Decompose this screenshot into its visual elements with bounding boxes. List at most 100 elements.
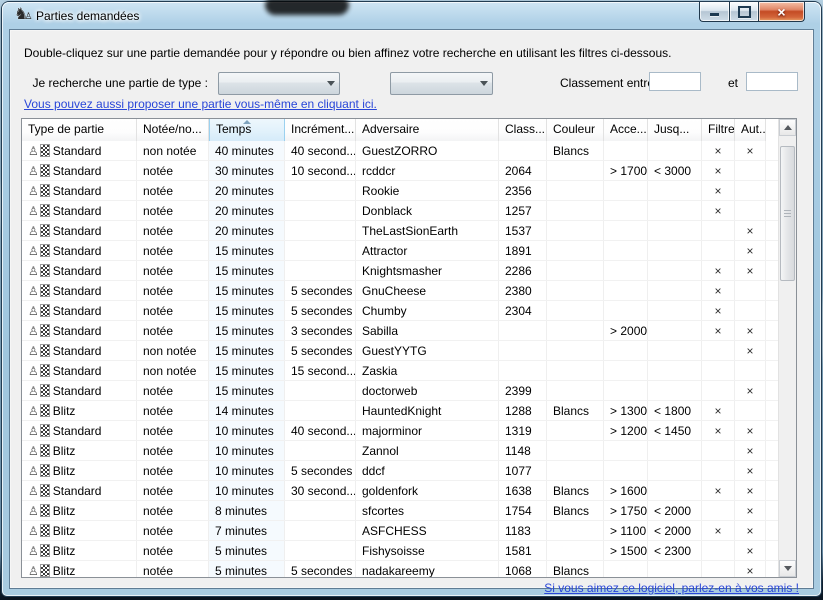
scrollbar-thumb[interactable]	[780, 146, 795, 281]
cell-until	[648, 281, 702, 300]
game-row[interactable]: ♙Blitznotée7 minutesASFCHESS1183> 1100< …	[22, 521, 779, 541]
column-header-rated[interactable]: Notée/no...	[137, 119, 209, 141]
vertical-scrollbar[interactable]	[778, 119, 796, 577]
column-header-until[interactable]: Jusq...	[648, 119, 702, 141]
scroll-down-button[interactable]	[779, 560, 796, 577]
cell-until	[648, 341, 702, 360]
cell-rated: notée	[137, 241, 209, 260]
window-title: Parties demandées	[36, 9, 139, 23]
game-row[interactable]: ♙Standardnotée15 minutes3 secondesSabill…	[22, 321, 779, 341]
cell-increment: 10 second...	[285, 161, 356, 180]
and-label: et	[728, 76, 738, 90]
column-header-time[interactable]: Temps	[209, 119, 285, 141]
cell-color: Blancs	[547, 481, 604, 500]
cell-until	[648, 481, 702, 500]
column-header-accept[interactable]: Acce...	[604, 119, 648, 141]
chess-game-icon: ♙	[28, 364, 50, 377]
cell-color	[547, 421, 604, 440]
cell-color	[547, 201, 604, 220]
cell-color	[547, 221, 604, 240]
column-header-rating[interactable]: Class...	[499, 119, 547, 141]
column-header-increment[interactable]: Incrément...	[285, 119, 356, 141]
cell-increment: 15 second...	[285, 361, 356, 380]
list-body: ♙Standardnon notée40 minutes40 second...…	[22, 141, 779, 577]
cell-filter	[702, 501, 735, 520]
column-header-auto[interactable]: Aut...	[735, 119, 766, 141]
cell-increment: 3 secondes	[285, 321, 356, 340]
game-row[interactable]: ♙Standardnotée20 minutesDonblack1257×	[22, 201, 779, 221]
cell-increment	[285, 381, 356, 400]
game-row[interactable]: ♙Blitznotée5 minutesFishysoisse1581> 150…	[22, 541, 779, 561]
cell-accept	[604, 141, 648, 160]
cell-rating: 1891	[499, 241, 547, 260]
game-row[interactable]: ♙Blitznotée10 minutesZannol1148×	[22, 441, 779, 461]
cell-auto: ×	[735, 441, 766, 460]
chess-game-icon: ♙	[28, 344, 50, 357]
game-row[interactable]: ♙Standardnotée15 minutesAttractor1891×	[22, 241, 779, 261]
game-row[interactable]: ♙Blitznotée5 minutes5 secondesnadakareem…	[22, 561, 779, 577]
column-header-filter[interactable]: Filtre	[702, 119, 735, 141]
cell-color	[547, 161, 604, 180]
cell-type: ♙Standard	[22, 181, 137, 200]
game-row[interactable]: ♙Standardnotée30 minutes10 second...rcdd…	[22, 161, 779, 181]
cell-time: 10 minutes	[209, 461, 285, 480]
cell-rating: 1754	[499, 501, 547, 520]
rating-max-input[interactable]	[746, 72, 798, 91]
cell-adversary: rcddcr	[356, 161, 499, 180]
maximize-button[interactable]	[729, 2, 759, 22]
cell-accept: > 1500	[604, 541, 648, 560]
cell-type: ♙Standard	[22, 301, 137, 320]
game-type-label: Je recherche une partie de type :	[14, 76, 208, 90]
cell-color	[547, 301, 604, 320]
cell-rated: notée	[137, 521, 209, 540]
cell-increment: 5 secondes	[285, 561, 356, 577]
cell-until: < 2000	[648, 521, 702, 540]
games-listview[interactable]: Type de partieNotée/no...TempsIncrément.…	[21, 118, 797, 578]
chess-game-icon: ♙	[28, 384, 50, 397]
game-row[interactable]: ♙Blitznotée14 minutesHauntedKnight1288Bl…	[22, 401, 779, 421]
cell-until: < 2000	[648, 501, 702, 520]
cell-rated: notée	[137, 441, 209, 460]
game-row[interactable]: ♙Standardnon notée15 minutes5 secondesGu…	[22, 341, 779, 361]
column-header-color[interactable]: Couleur	[547, 119, 604, 141]
column-header-type[interactable]: Type de partie	[22, 119, 137, 141]
game-row[interactable]: ♙Blitznotée8 minutessfcortes1754Blancs> …	[22, 501, 779, 521]
cell-color	[547, 341, 604, 360]
chevron-down-icon	[322, 73, 339, 94]
game-row[interactable]: ♙Standardnotée15 minutes5 secondesChumby…	[22, 301, 779, 321]
scroll-up-button[interactable]	[779, 119, 796, 136]
game-variant-select[interactable]	[390, 72, 493, 95]
minimize-button[interactable]	[699, 2, 729, 22]
intro-text: Double-cliquez sur une partie demandée p…	[24, 46, 804, 60]
game-row[interactable]: ♙Standardnon notée40 minutes40 second...…	[22, 141, 779, 161]
footer-share-link[interactable]: Si vous aimez ce logiciel, parlez-en à v…	[544, 581, 799, 595]
game-row[interactable]: ♙Standardnotée10 minutes40 second...majo…	[22, 421, 779, 441]
cell-adversary: Attractor	[356, 241, 499, 260]
cell-rating	[499, 341, 547, 360]
close-button[interactable]: ×	[759, 2, 805, 22]
cell-increment: 30 second...	[285, 481, 356, 500]
cell-adversary: Rookie	[356, 181, 499, 200]
column-header-adversary[interactable]: Adversaire	[356, 119, 499, 141]
cell-accept	[604, 241, 648, 260]
cell-time: 14 minutes	[209, 401, 285, 420]
propose-game-link[interactable]: Vous pouvez aussi proposer une partie vo…	[24, 97, 377, 111]
rating-min-input[interactable]	[649, 72, 701, 91]
cell-type: ♙Standard	[22, 321, 137, 340]
game-row[interactable]: ♙Blitznotée10 minutes5 secondesddcf1077×	[22, 461, 779, 481]
game-row[interactable]: ♙Standardnotée15 minutesKnightsmasher228…	[22, 261, 779, 281]
game-type-select[interactable]	[218, 72, 340, 95]
cell-until	[648, 321, 702, 340]
chess-game-icon: ♙	[28, 264, 50, 277]
cell-auto: ×	[735, 341, 766, 360]
cell-time: 8 minutes	[209, 501, 285, 520]
game-row[interactable]: ♙Standardnotée15 minutes5 secondesGnuChe…	[22, 281, 779, 301]
game-row[interactable]: ♙Standardnotée15 minutesdoctorweb2399×	[22, 381, 779, 401]
game-row[interactable]: ♙Standardnotée20 minutesRookie2356×	[22, 181, 779, 201]
titlebar[interactable]: ♞♙ Parties demandées ×	[2, 2, 821, 30]
cell-filter	[702, 221, 735, 240]
game-row[interactable]: ♙Standardnotée20 minutesTheLastSionEarth…	[22, 221, 779, 241]
cell-color: Blancs	[547, 401, 604, 420]
game-row[interactable]: ♙Standardnotée10 minutes30 second...gold…	[22, 481, 779, 501]
game-row[interactable]: ♙Standardnon notée15 minutes15 second...…	[22, 361, 779, 381]
